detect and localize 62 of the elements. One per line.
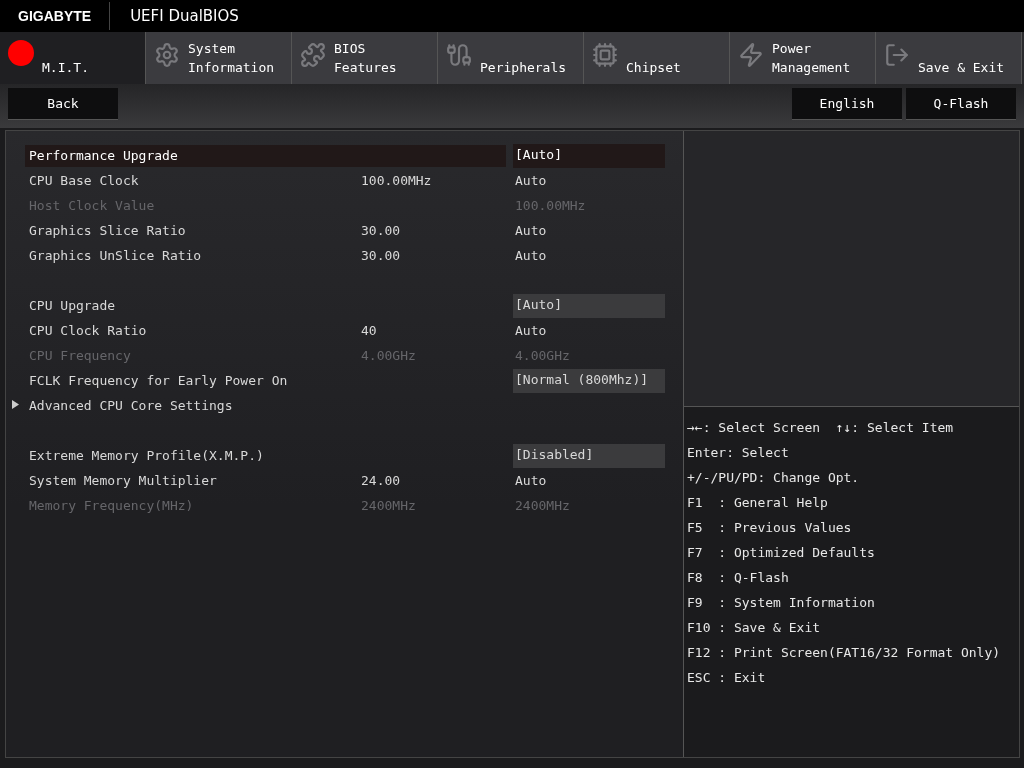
toolbar-button[interactable]: English (792, 88, 902, 120)
menu-tab[interactable]: Peripherals (438, 32, 584, 84)
menu-tab[interactable]: Chipset (584, 32, 730, 84)
menu-tab[interactable]: Save & Exit (876, 32, 1022, 84)
help-line: F5 : Previous Values (687, 519, 853, 537)
toolbar-button[interactable]: Q-Flash (906, 88, 1016, 120)
expand-arrow-icon (12, 400, 19, 409)
help-line: F9 : System Information (687, 594, 876, 612)
help-line: F8 : Q-Flash (687, 569, 790, 587)
cable-icon (446, 42, 472, 68)
setting-value: Auto (514, 246, 548, 265)
setting-value: Auto (514, 171, 548, 190)
menu-tab[interactable]: Power Management (730, 32, 876, 84)
setting-value: Auto (514, 221, 548, 240)
mit-dial-icon (8, 40, 34, 66)
current-value: 2400MHz (361, 498, 417, 513)
current-value: 4.00GHz (361, 348, 417, 363)
help-line: F10 : Save & Exit (687, 619, 822, 637)
setting-label: Graphics UnSlice Ratio (28, 246, 203, 265)
back-button[interactable]: Back (8, 88, 118, 120)
setting-value: 2400MHz (514, 496, 571, 515)
current-value: 100.00MHz (361, 173, 433, 188)
setting-value: Auto (514, 471, 548, 490)
menu-tab[interactable]: BIOS Features (292, 32, 438, 84)
option-field[interactable]: [Normal (800Mhz)] (513, 368, 665, 393)
menu-tab[interactable]: M.I.T. (0, 32, 146, 84)
setting-label: Memory Frequency(MHz) (28, 496, 195, 515)
current-value: 40 (361, 323, 378, 338)
setting-label: CPU Upgrade (28, 296, 117, 315)
help-line: F1 : General Help (687, 494, 829, 512)
option-field[interactable]: [Auto] (513, 293, 665, 318)
setting-value: Auto (514, 321, 548, 340)
app-title: UEFI DualBIOS (129, 7, 239, 25)
setting-label: CPU Frequency (28, 346, 132, 365)
submenu-item[interactable]: Advanced CPU Core Settings (25, 394, 505, 417)
lightning-icon (738, 42, 764, 68)
setting-value: 4.00GHz (514, 346, 571, 365)
current-value: 30.00 (361, 223, 402, 238)
setting-label: CPU Clock Ratio (28, 321, 148, 340)
help-line: →←: Select Screen ↑↓: Select Item (687, 419, 955, 437)
help-line: F7 : Optimized Defaults (687, 544, 876, 562)
setting-label: FCLK Frequency for Early Power On (28, 371, 289, 390)
setting-label: Graphics Slice Ratio (28, 221, 187, 240)
menu-tab[interactable]: System Information (146, 32, 292, 84)
help-line: F12 : Print Screen(FAT16/32 Format Only) (687, 644, 1002, 662)
help-line: Enter: Select (687, 444, 790, 462)
current-value: 24.00 (361, 473, 402, 488)
chip-icon (592, 42, 618, 68)
option-field[interactable]: [Disabled] (513, 443, 665, 468)
gear-icon (154, 42, 180, 68)
setting-label: System Memory Multiplier (28, 471, 218, 490)
exit-icon (884, 42, 910, 68)
help-line: ESC : Exit (687, 669, 767, 687)
current-value: 30.00 (361, 248, 402, 263)
brand-logo: GIGABYTE (0, 2, 111, 30)
option-field[interactable]: [Auto] (513, 143, 665, 168)
setting-label: Host Clock Value (28, 196, 156, 215)
setting-label: Performance Upgrade (25, 144, 506, 167)
setting-label: CPU Base Clock (28, 171, 140, 190)
setting-value: 100.00MHz (514, 196, 587, 215)
setting-label: Extreme Memory Profile(X.M.P.) (28, 446, 265, 465)
help-line: +/-/PU/PD: Change Opt. (687, 469, 861, 487)
